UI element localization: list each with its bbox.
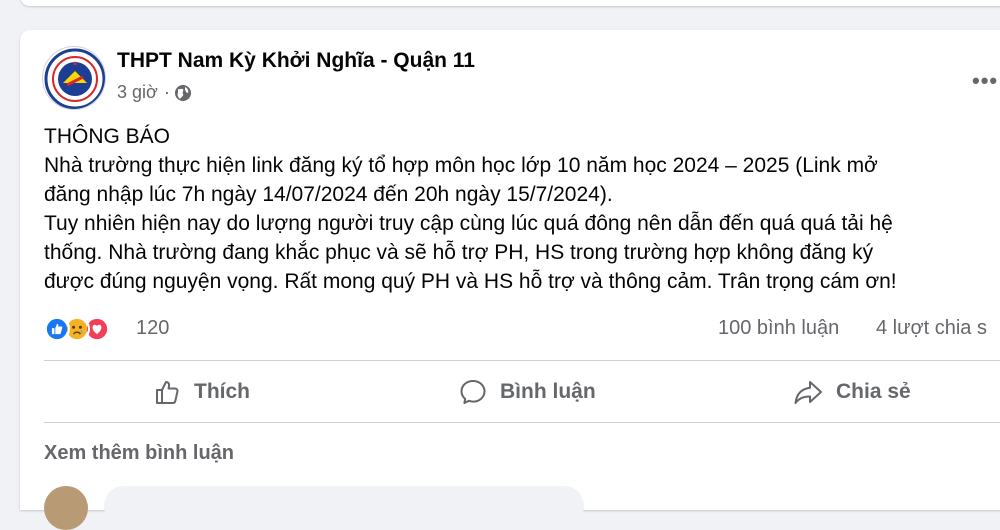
post-card: THPT Nam Kỳ Khởi Nghĩa - Quận 11 3 giờ ·… [20,30,1000,530]
comment-label: Bình luận [500,380,596,403]
previous-post-card [20,0,1000,6]
reaction-count[interactable]: 120 [136,317,169,340]
post-meta: 3 giờ · [117,82,192,103]
more-options-icon[interactable]: ••• [972,68,998,94]
share-arrow-icon [794,381,822,404]
reaction-icons[interactable] [44,316,134,342]
page-avatar[interactable] [42,46,106,110]
globe-icon[interactable] [174,84,192,102]
comment-bubble [104,486,584,526]
post-time[interactable]: 3 giờ [117,82,158,103]
school-logo-icon [44,48,105,109]
meta-separator: · [163,82,170,102]
shares-count[interactable]: 4 lượt chia s [876,317,987,340]
reactions-row: 120 100 bình luận 4 lượt chia s [44,316,1000,344]
comment-button[interactable]: Bình luận [458,374,596,410]
comments-count[interactable]: 100 bình luận [718,317,839,340]
view-more-comments-link[interactable]: Xem thêm bình luận [44,442,234,465]
like-icon [44,316,70,342]
comment-bubble-icon [460,380,486,404]
page-name[interactable]: THPT Nam Kỳ Khởi Nghĩa - Quận 11 [117,49,475,73]
share-button[interactable]: Chia sẻ [792,374,911,410]
like-button[interactable]: Thích [152,374,250,410]
commenter-avatar[interactable] [44,486,88,530]
divider [44,360,1000,361]
like-label: Thích [194,380,250,403]
thumbs-up-icon [156,381,179,404]
post-text: THÔNG BÁO Nhà trường thực hiện link đăng… [44,125,897,293]
share-label: Chia sẻ [836,380,911,403]
post-actions: Thích Bình luận Chia sẻ [44,368,1000,418]
divider [44,422,1000,423]
